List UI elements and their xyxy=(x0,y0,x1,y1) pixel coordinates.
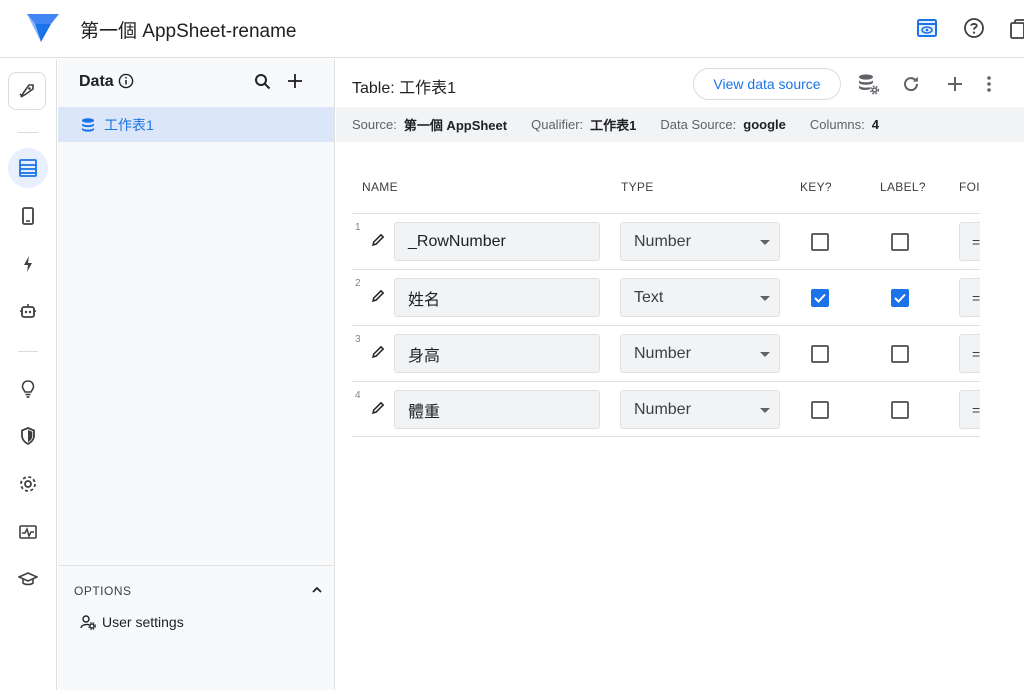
user-settings-icon xyxy=(80,615,96,630)
formula-field[interactable]: = xyxy=(959,334,980,373)
table-list-item-label: 工作表1 xyxy=(104,116,154,133)
data-panel: Data 工作表1 OPTIONS User settings xyxy=(58,59,335,690)
formula-field[interactable]: = xyxy=(959,390,980,429)
info-icon[interactable] xyxy=(118,73,134,89)
more-vert-icon[interactable] xyxy=(976,71,1002,97)
key-checkbox[interactable] xyxy=(811,345,829,363)
column-row: 4 體重 Number = xyxy=(352,381,980,437)
column-header-key: KEY? xyxy=(800,180,832,194)
key-checkbox[interactable] xyxy=(811,289,829,307)
preview-icon[interactable] xyxy=(914,15,940,41)
checkmark-icon xyxy=(814,293,826,303)
column-type-value: Number xyxy=(634,400,691,418)
column-type-select[interactable]: Number xyxy=(620,222,780,261)
formula-field[interactable]: = xyxy=(959,222,980,261)
columns-value: 4 xyxy=(871,117,880,132)
copy-icon[interactable] xyxy=(1006,15,1024,41)
label-checkbox[interactable] xyxy=(891,233,909,251)
column-type-select[interactable]: Text xyxy=(620,278,780,317)
column-row: 2 姓名 Text = xyxy=(352,269,980,325)
views-icon[interactable] xyxy=(8,196,48,236)
edit-pencil-icon[interactable] xyxy=(370,232,386,248)
security-icon[interactable] xyxy=(8,416,48,456)
column-header-name: NAME xyxy=(362,180,398,194)
dropdown-caret-icon xyxy=(760,240,770,245)
column-name-field[interactable]: 身高 xyxy=(394,334,600,373)
database-icon xyxy=(82,117,94,132)
data-panel-title: Data xyxy=(79,73,114,90)
settings-icon[interactable] xyxy=(8,464,48,504)
learn-icon[interactable] xyxy=(8,559,48,599)
edit-pencil-icon[interactable] xyxy=(370,344,386,360)
dropdown-caret-icon xyxy=(760,408,770,413)
options-title: OPTIONS xyxy=(74,584,132,598)
datasource-value: google xyxy=(743,117,786,132)
column-type-value: Text xyxy=(634,288,664,306)
key-checkbox[interactable] xyxy=(811,401,829,419)
source-value: 第一個 AppSheet xyxy=(403,118,508,133)
column-name-field[interactable]: 姓名 xyxy=(394,278,600,317)
columns-label: Columns: xyxy=(809,117,865,132)
intelligence-icon[interactable] xyxy=(8,369,48,409)
table-list-item[interactable]: 工作表1 xyxy=(58,107,334,142)
columns-grid: NAME TYPE KEY? LABEL? FOI 1 _RowNumber N… xyxy=(352,164,980,464)
column-type-value: Number xyxy=(634,344,691,362)
column-type-value: Number xyxy=(634,232,691,250)
table-info-bar: Source: 第一個 AppSheet Qualifier: 工作表1 Dat… xyxy=(336,107,1024,142)
refresh-icon[interactable] xyxy=(898,71,924,97)
source-label: Source: xyxy=(352,117,397,132)
dropdown-caret-icon xyxy=(760,352,770,357)
automation-icon[interactable] xyxy=(8,244,48,284)
column-type-select[interactable]: Number xyxy=(620,334,780,373)
add-column-icon[interactable] xyxy=(942,71,968,97)
user-settings-item[interactable]: User settings xyxy=(80,614,184,630)
column-header-formula: FOI xyxy=(959,180,980,194)
column-header-label: LABEL? xyxy=(880,180,926,194)
help-icon[interactable] xyxy=(961,15,987,41)
checkmark-icon xyxy=(894,293,906,303)
column-name-field[interactable]: _RowNumber xyxy=(394,222,600,261)
column-row: 3 身高 Number = xyxy=(352,325,980,381)
view-data-source-button[interactable]: View data source xyxy=(693,68,841,100)
add-table-icon[interactable] xyxy=(286,72,304,90)
formula-field[interactable]: = xyxy=(959,278,980,317)
row-number: 4 xyxy=(355,390,361,401)
label-checkbox[interactable] xyxy=(891,401,909,419)
database-settings-icon[interactable] xyxy=(855,71,881,97)
qualifier-value: 工作表1 xyxy=(590,118,637,133)
nav-rail xyxy=(0,59,57,690)
options-section: OPTIONS User settings xyxy=(58,565,334,690)
table-editor: Table: 工作表1 View data source Source: 第一個… xyxy=(336,59,1024,690)
data-panel-header: Data xyxy=(58,59,335,107)
key-checkbox[interactable] xyxy=(811,233,829,251)
table-title: Table: 工作表1 xyxy=(352,80,457,97)
chevron-up-icon[interactable] xyxy=(310,583,324,597)
column-header-type: TYPE xyxy=(621,180,654,194)
column-type-select[interactable]: Number xyxy=(620,390,780,429)
column-row: 1 _RowNumber Number = xyxy=(352,213,980,269)
data-icon[interactable] xyxy=(8,148,48,188)
edit-pencil-icon[interactable] xyxy=(370,400,386,416)
app-title: 第一個 AppSheet-rename xyxy=(80,21,297,42)
datasource-label: Data Source: xyxy=(660,117,737,132)
edit-pencil-icon[interactable] xyxy=(370,288,386,304)
deploy-icon[interactable] xyxy=(8,72,46,110)
appsheet-logo[interactable] xyxy=(25,12,61,44)
qualifier-label: Qualifier: xyxy=(531,117,584,132)
row-number: 3 xyxy=(355,334,361,345)
row-number: 1 xyxy=(355,222,361,233)
bots-icon[interactable] xyxy=(8,291,48,331)
user-settings-label: User settings xyxy=(102,614,184,630)
dropdown-caret-icon xyxy=(760,296,770,301)
monitor-icon[interactable] xyxy=(8,512,48,552)
search-icon[interactable] xyxy=(254,73,272,91)
top-bar: 第一個 AppSheet-rename xyxy=(0,0,1024,58)
label-checkbox[interactable] xyxy=(891,289,909,307)
label-checkbox[interactable] xyxy=(891,345,909,363)
row-number: 2 xyxy=(355,278,361,289)
column-name-field[interactable]: 體重 xyxy=(394,390,600,429)
